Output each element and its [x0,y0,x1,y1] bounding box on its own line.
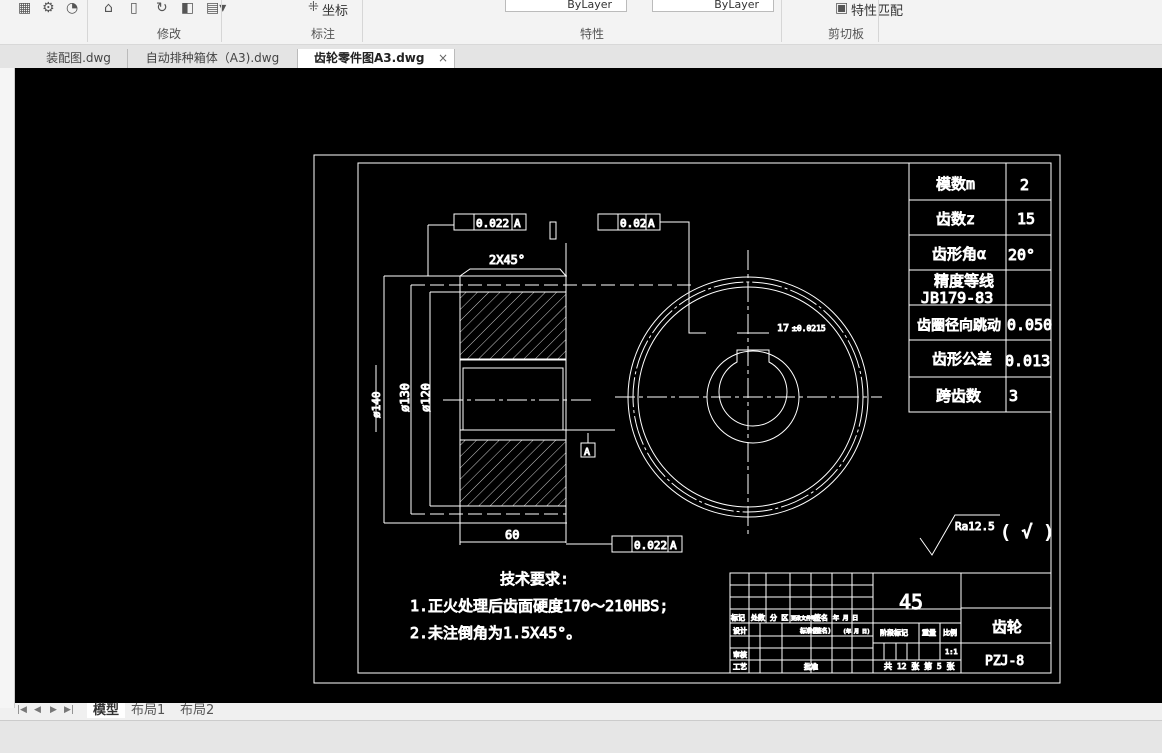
datum-ref: A [514,217,521,230]
runout-tolerance-top: 0.022 [476,217,509,230]
tb-weight: 重量 [922,629,936,637]
tb-scale-label: 比例 [943,628,957,637]
runout-tolerance-bottom: 0.022 [634,539,667,552]
param-value: 3 [1009,387,1018,405]
keyway-tolerance: ±0.0215 [792,324,826,333]
diameter-120-dim: ø120 [419,383,433,412]
tb-header: 更改文件号 [791,615,816,622]
param-value: 2 [1020,176,1029,194]
tb-approve: 批准 [804,662,818,671]
tb-material: 45 [899,590,923,614]
tech-requirement-item: 1.正火处理后齿面硬度170～210HBS; [410,597,668,615]
layout-tabs: |◀ ◀ ▶ ▶| 模型 布局1 布局2 [15,703,1162,718]
flatness-tolerance: 0.02 [620,217,647,230]
datum-ref: A [648,217,655,230]
diameter-130-dim: ø130 [398,383,412,412]
tab-layout2[interactable]: 布局2 [180,703,214,718]
tb-process: 工艺 [733,663,747,671]
tab-layout1[interactable]: 布局1 [131,703,165,718]
param-label: 跨齿数 [936,387,981,405]
datum-ref: A [670,539,677,552]
param-label: 齿形公差 [932,350,992,368]
param-label: 精度等线 [934,272,994,290]
roughness-other: ( √ ) [1000,522,1054,543]
prev-layout-icon[interactable]: ◀ [34,703,41,718]
param-label-standard: JB179-83 [921,289,993,307]
tb-stage: 阶段标记 [880,628,908,637]
tb-review: 审核 [733,650,747,659]
tb-sheets: 共 12 张 第 5 张 [884,661,955,671]
last-layout-icon[interactable]: ▶| [64,703,74,718]
tech-requirement-item: 2.未注倒角为1.5X45°。 [410,624,581,642]
tb-scale: 1:1 [945,648,958,656]
first-layout-icon[interactable]: |◀ [17,703,27,718]
param-value: 15 [1017,210,1035,228]
roughness-value: Ra12.5 [955,520,995,533]
param-value: 20° [1008,246,1035,264]
chamfer-dim: 2X45° [489,253,525,267]
next-layout-icon[interactable]: ▶ [50,703,57,718]
param-value: 0.013 [1005,352,1050,370]
keyway-dim: 17 [777,323,789,334]
tb-date: (年 月 日) [843,628,870,635]
param-label: 齿数z [936,210,975,228]
cad-drawing: 0.022 A 0.02 A 0.022 A A 2X45° 60 ø130 ø… [313,154,1061,684]
tb-drawing-no: PZJ-8 [985,654,1024,669]
diameter-140-dim: ø140 [370,392,383,419]
tb-header: 年 月 日 [833,614,858,622]
tb-sign: (签名) [812,627,831,635]
tb-design: 设计 [733,626,747,635]
datum-label: A [584,447,590,458]
param-label: 齿圈径向跳动 [917,318,1001,334]
tech-requirements-title: 技术要求: [500,570,569,588]
title-block-text: 标记 处数 分 区 更改文件号 签名 年 月 日 设计 标准化 (签名) (年 … [731,590,1025,672]
tb-header: 处数 [751,613,765,622]
tb-header: 签名 [814,613,828,622]
param-label: 模数m [936,175,975,193]
tb-header: 分 区 [770,613,788,622]
width-dim: 60 [505,528,519,542]
status-bar [0,720,1162,753]
param-value: 0.050 [1007,316,1052,334]
front-view [615,250,882,535]
param-label: 齿形角α [932,245,986,263]
tb-part-name: 齿轮 [992,618,1022,636]
tab-model[interactable]: 模型 [87,703,126,718]
param-rows: 模数m 2 齿数z 15 齿形角α 20° 精度等线 JB179-83 齿圈径向… [917,175,1053,406]
tb-header: 标记 [731,613,745,622]
